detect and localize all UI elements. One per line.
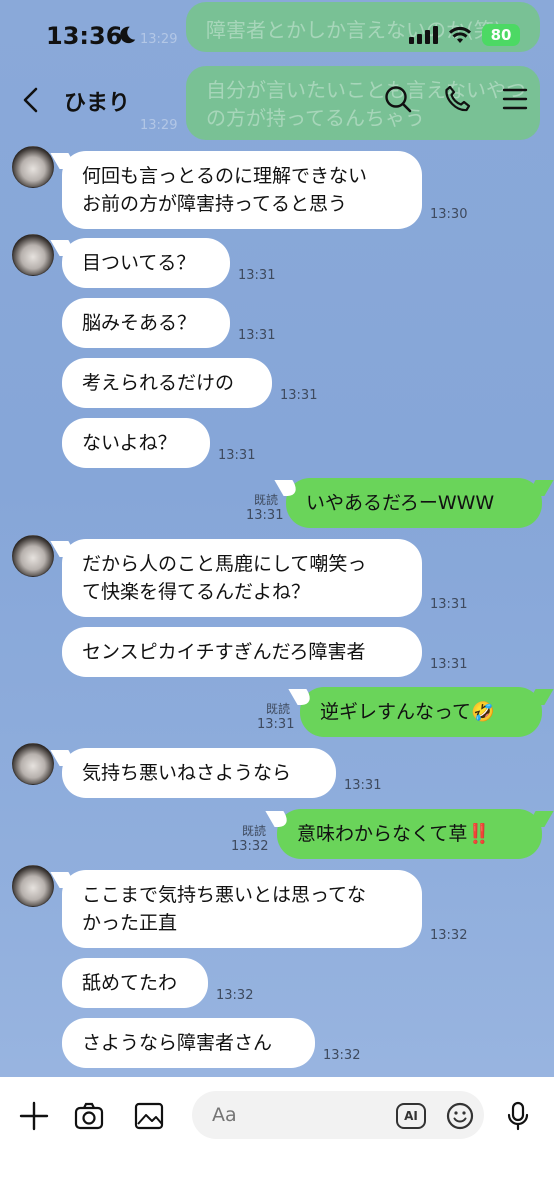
received-message-bubble[interactable]: 舐めてたわ bbox=[62, 958, 208, 1008]
read-receipt: 既読 bbox=[242, 824, 267, 838]
message-text-line: 逆ギレすんなって🤣 bbox=[320, 701, 495, 723]
message-timestamp: 13:32 bbox=[430, 928, 468, 943]
received-message-bubble[interactable]: 気持ち悪いねさようなら bbox=[62, 748, 336, 798]
message-text-line: ないよね？ bbox=[82, 432, 177, 454]
message-timestamp: 13:31 bbox=[430, 657, 468, 672]
search-icon[interactable] bbox=[383, 84, 413, 114]
chevron-left-icon[interactable] bbox=[20, 86, 42, 114]
moon-icon bbox=[120, 26, 136, 44]
message-timestamp: 13:31 bbox=[257, 717, 295, 732]
mic-icon[interactable] bbox=[502, 1100, 534, 1132]
signal-icon bbox=[409, 26, 438, 44]
received-message-bubble[interactable]: 脳みそある？ bbox=[62, 298, 230, 348]
status-time: 13:36 bbox=[46, 22, 123, 50]
received-message-bubble[interactable]: ここまで気持ち悪いとは思ってな かった正直 bbox=[62, 870, 422, 948]
message-text-line: 考えられるだけの bbox=[82, 372, 235, 394]
read-receipt: 既読 bbox=[266, 702, 291, 716]
phone-icon[interactable] bbox=[442, 84, 472, 114]
avatar[interactable] bbox=[12, 535, 54, 577]
message-timestamp: 13:31 bbox=[430, 597, 468, 612]
message-text-line: いやあるだろーWWW bbox=[306, 492, 495, 514]
message-text-line: かった正直 bbox=[82, 912, 178, 934]
sent-message-bubble[interactable]: 意味わからなくて草‼️ bbox=[277, 809, 542, 859]
input-bar: AI bbox=[0, 1077, 554, 1199]
message-text-line: 意味わからなくて草‼️ bbox=[297, 823, 492, 845]
image-icon[interactable] bbox=[133, 1100, 165, 1132]
message-timestamp: 13:32 bbox=[216, 988, 254, 1003]
message-text-line: お前の方が障害持ってると思う bbox=[82, 193, 348, 215]
message-timestamp: 13:31 bbox=[344, 778, 382, 793]
status-bar: 13:36 80 bbox=[0, 0, 554, 70]
message-text-line: だから人のこと馬鹿にして嘲笑っ bbox=[82, 553, 367, 575]
avatar[interactable] bbox=[12, 146, 54, 188]
emoji-icon[interactable] bbox=[445, 1101, 475, 1131]
received-message-bubble[interactable]: センスピカイチすぎんだろ障害者 bbox=[62, 627, 422, 677]
message-timestamp: 13:30 bbox=[430, 207, 468, 222]
message-timestamp: 13:32 bbox=[231, 839, 269, 854]
message-text-line: ここまで気持ち悪いとは思ってな bbox=[82, 884, 367, 906]
received-message-bubble[interactable]: 考えられるだけの bbox=[62, 358, 272, 408]
read-receipt: 既読 bbox=[254, 493, 279, 507]
plus-icon[interactable] bbox=[18, 1100, 50, 1132]
camera-icon[interactable] bbox=[73, 1100, 105, 1132]
status-indicators: 80 bbox=[409, 24, 520, 46]
message-text-line: 脳みそある？ bbox=[82, 312, 197, 334]
message-timestamp: 13:31 bbox=[246, 508, 284, 523]
message-text-line: 目ついてる？ bbox=[82, 252, 196, 274]
message-timestamp: 13:31 bbox=[280, 388, 318, 403]
avatar[interactable] bbox=[12, 743, 54, 785]
chat-title: ひまり bbox=[64, 91, 131, 116]
sent-message-bubble[interactable]: 逆ギレすんなって🤣 bbox=[300, 687, 542, 737]
ai-icon[interactable]: AI bbox=[396, 1103, 426, 1129]
message-text-line: 何回も言っとるのに理解できない bbox=[82, 165, 368, 187]
received-message-bubble[interactable]: 何回も言っとるのに理解できない お前の方が障害持ってると思う bbox=[62, 151, 422, 229]
chat-header: ひまり bbox=[0, 70, 554, 130]
message-text-line: 舐めてたわ bbox=[82, 972, 178, 994]
message-text-line: て快楽を得てるんだよね？ bbox=[82, 581, 311, 603]
message-text-line: 気持ち悪いねさようなら bbox=[82, 762, 292, 784]
avatar[interactable] bbox=[12, 234, 54, 276]
message-timestamp: 13:31 bbox=[238, 268, 276, 283]
received-message-bubble[interactable]: 目ついてる？ bbox=[62, 238, 230, 288]
battery-indicator: 80 bbox=[482, 24, 520, 46]
menu-icon[interactable] bbox=[500, 84, 530, 114]
message-timestamp: 13:32 bbox=[323, 1048, 361, 1063]
wifi-icon bbox=[449, 26, 471, 43]
message-text-line: センスピカイチすぎんだろ障害者 bbox=[82, 641, 366, 663]
message-timestamp: 13:31 bbox=[238, 328, 276, 343]
message-timestamp: 13:31 bbox=[218, 448, 256, 463]
received-message-bubble[interactable]: ないよね？ bbox=[62, 418, 210, 468]
message-text-line: さようなら障害者さん bbox=[82, 1032, 273, 1054]
avatar[interactable] bbox=[12, 865, 54, 907]
received-message-bubble[interactable]: さようなら障害者さん bbox=[62, 1018, 315, 1068]
sent-message-bubble[interactable]: いやあるだろーWWW bbox=[286, 478, 542, 528]
message-input[interactable] bbox=[192, 1091, 484, 1139]
battery-level: 80 bbox=[490, 26, 512, 44]
received-message-bubble[interactable]: だから人のこと馬鹿にして嘲笑っ て快楽を得てるんだよね？ bbox=[62, 539, 422, 617]
